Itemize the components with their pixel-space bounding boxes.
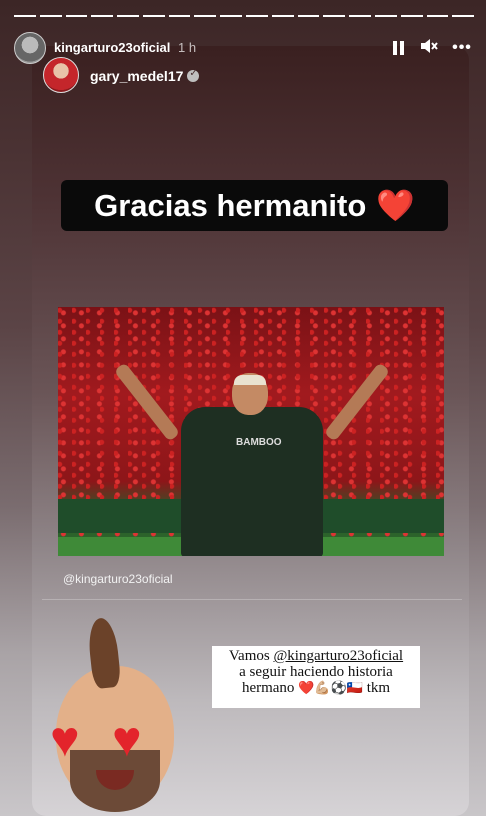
- progress-segment: [426, 15, 449, 17]
- shirt-text: BAMBOO: [236, 437, 282, 448]
- caption-emojis: ❤️💪🏼⚽🇨🇱: [298, 680, 363, 695]
- heart-eye-left-icon: ♥: [50, 711, 80, 767]
- stadium-photo: BAMBOO: [58, 307, 444, 556]
- reshared-avatar[interactable]: [43, 57, 79, 93]
- caption-prefix: Vamos: [228, 648, 274, 664]
- progress-segment: [39, 15, 62, 17]
- progress-segment: [400, 15, 423, 17]
- speaker-muted-icon: [421, 39, 438, 53]
- story-header: kingarturo23oficial 1 h •••: [14, 32, 474, 64]
- progress-segment: [91, 15, 114, 17]
- progress-segment: [194, 15, 217, 17]
- progress-segment: [374, 15, 397, 17]
- pause-icon[interactable]: [386, 36, 410, 60]
- verified-badge-icon: [187, 68, 200, 82]
- heart-emoji: ❤️: [376, 188, 415, 223]
- player-left-arm: [113, 362, 181, 442]
- progress-segment: [117, 15, 139, 17]
- mention-tag[interactable]: @kingarturo23oficial: [63, 572, 173, 586]
- story-time: 1 h: [178, 40, 197, 55]
- story-viewer: kingarturo23oficial 1 h ••• gary_medel17…: [0, 0, 486, 816]
- divider: [42, 599, 462, 600]
- reshared-username-row[interactable]: gary_medel17: [90, 68, 200, 84]
- caption-mention[interactable]: @kingarturo23oficial: [273, 648, 403, 664]
- mute-icon[interactable]: [417, 36, 441, 60]
- progress-segment: [65, 15, 88, 17]
- progress-segment: [323, 15, 346, 17]
- progress-segment: [349, 15, 371, 17]
- progress-segment: [297, 15, 320, 17]
- progress-segment: [142, 15, 165, 17]
- player-hair: [234, 375, 266, 385]
- story-progress-bar: [14, 15, 475, 17]
- reshared-username[interactable]: gary_medel17: [90, 68, 183, 84]
- avatar[interactable]: [14, 32, 46, 64]
- thanks-text: Gracias hermanito: [94, 187, 367, 223]
- player-right-arm: [323, 362, 391, 442]
- progress-segment: [168, 15, 191, 17]
- caption-line-3: hermano ❤️💪🏼⚽🇨🇱 tkm: [212, 680, 420, 696]
- caption-line3-text: hermano: [241, 680, 299, 696]
- progress-segment: [246, 15, 268, 17]
- player-body: [181, 407, 323, 556]
- caption-line3-suffix: tkm: [362, 680, 391, 696]
- story-username[interactable]: kingarturo23oficial: [54, 40, 170, 55]
- heart-eye-right-icon: ♥: [112, 711, 142, 767]
- more-options-icon[interactable]: •••: [450, 36, 474, 60]
- progress-segment: [271, 15, 294, 17]
- memoji-sticker: ♥ ♥: [42, 610, 182, 816]
- progress-segment: [220, 15, 243, 17]
- progress-segment: [452, 15, 475, 17]
- caption-line-1: Vamos @kingarturo23oficial: [212, 648, 420, 664]
- progress-segment: [14, 15, 36, 17]
- thanks-sticker: Gracias hermanito ❤️: [61, 180, 448, 231]
- caption-sticker: Vamos @kingarturo23oficial a seguir haci…: [212, 646, 420, 708]
- caption-line-2: a seguir haciendo historia: [239, 664, 393, 680]
